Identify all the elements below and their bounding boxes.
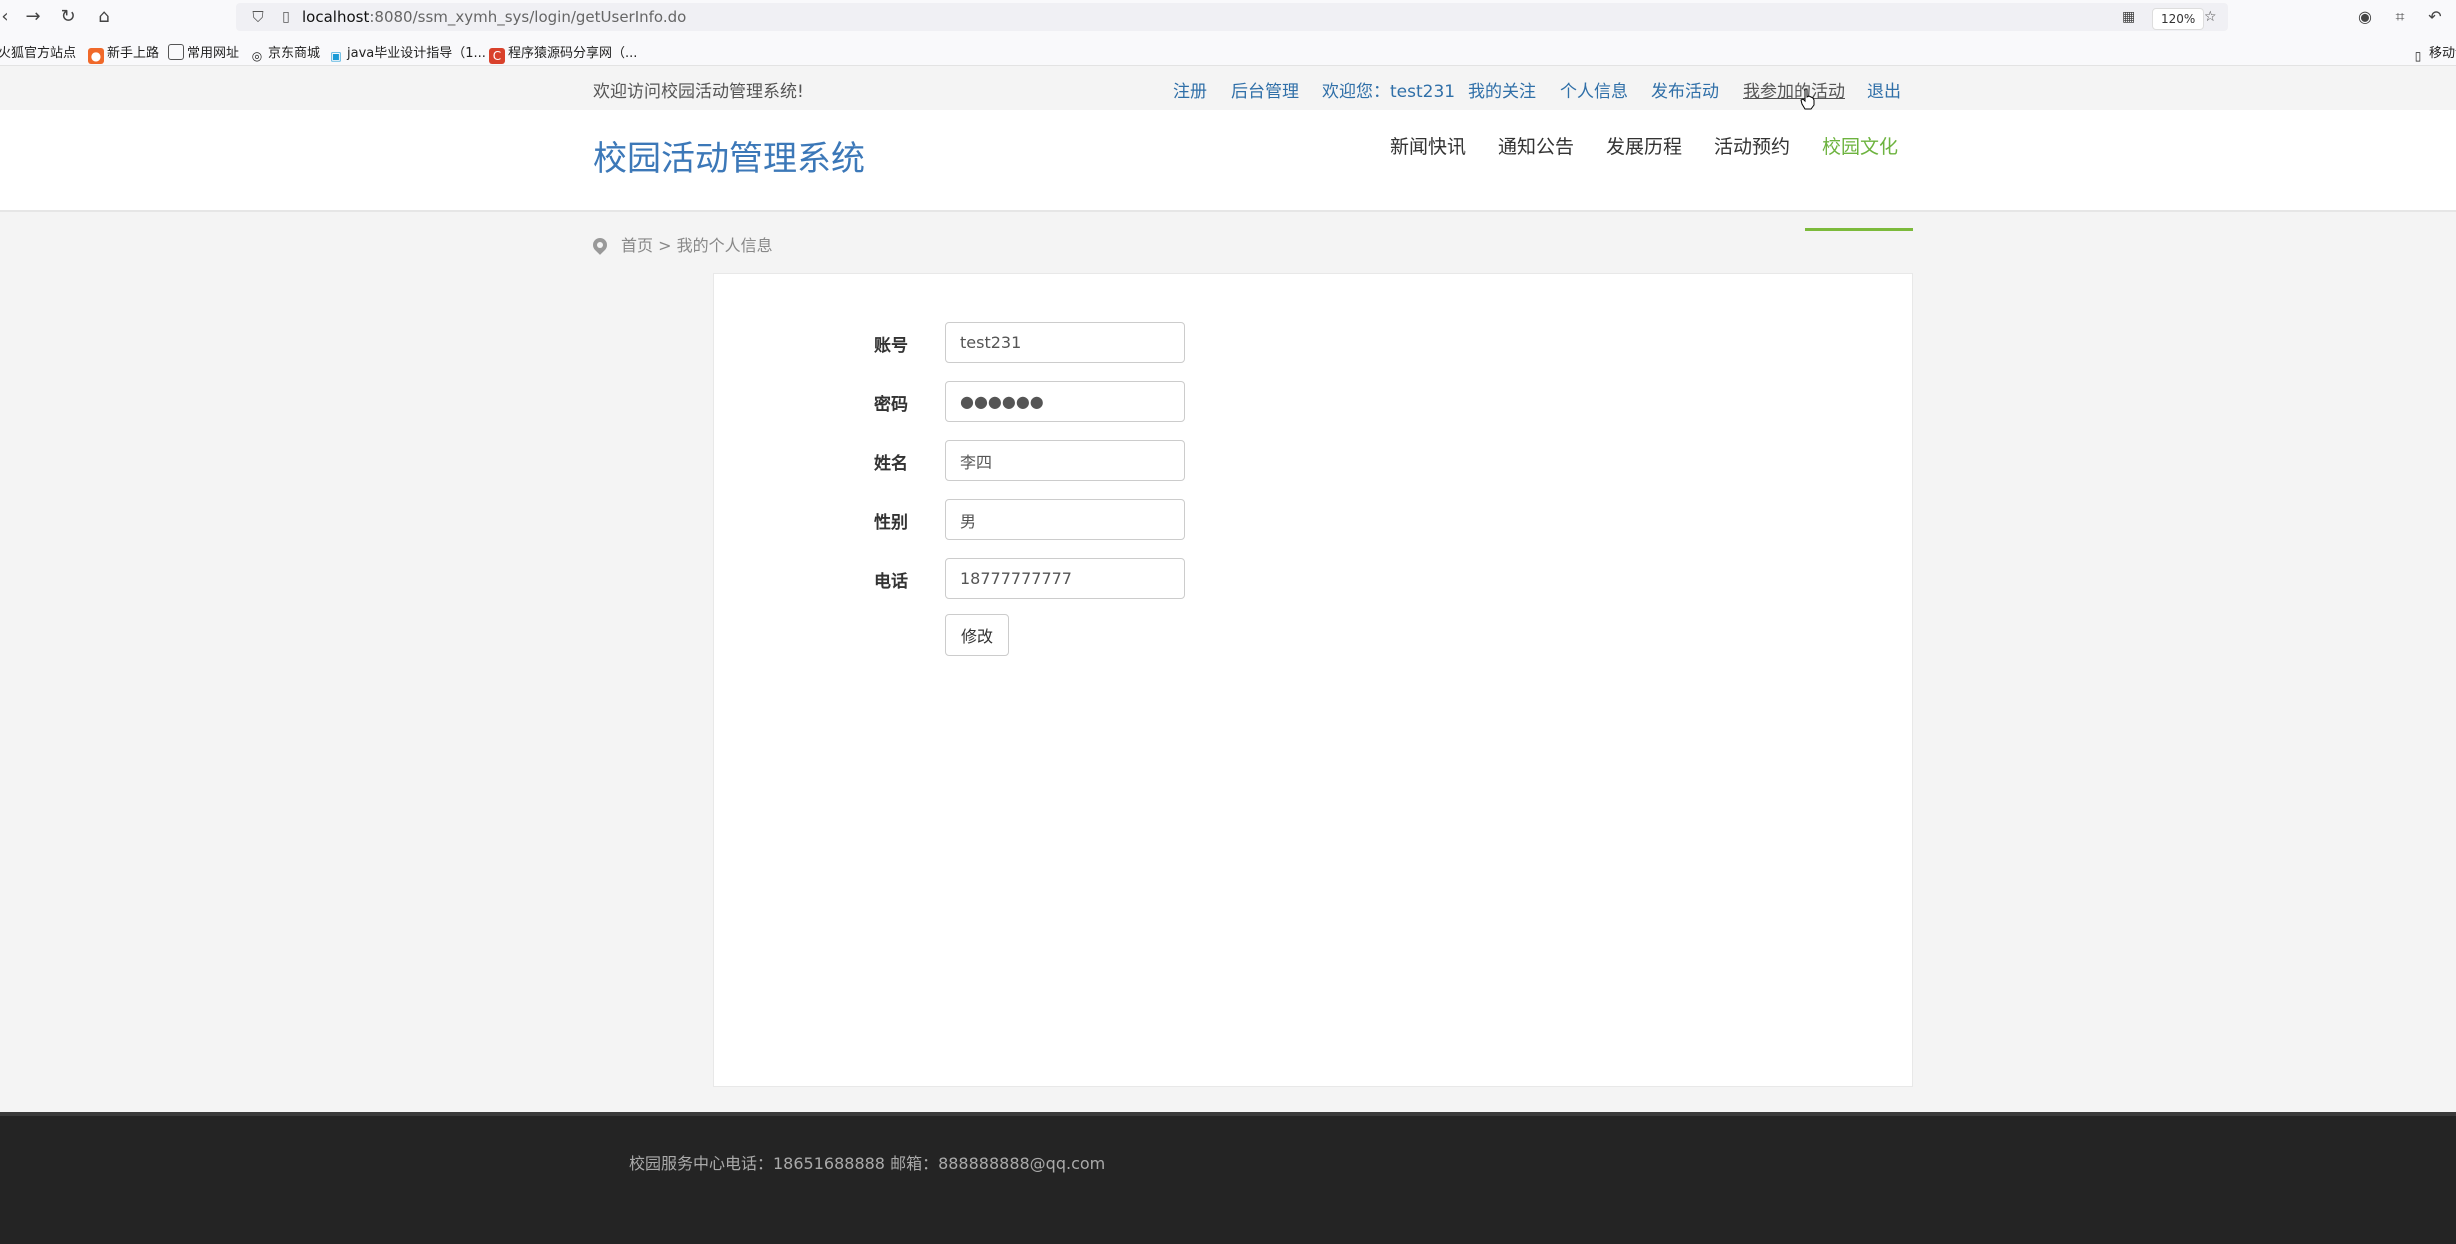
register-link[interactable]: 注册	[1173, 77, 1207, 102]
shield-icon[interactable]: ⛉	[248, 7, 268, 27]
password-input[interactable]	[945, 381, 1185, 422]
home-icon[interactable]: ⌂	[93, 6, 115, 28]
url-bar[interactable]: ⛉ ▯ localhost:8080/ssm_xymh_sys/login/ge…	[236, 3, 2228, 31]
password-label: 密码	[874, 395, 908, 415]
browser-toolbar: ‹ → ↻ ⌂ ⛉ ▯ localhost:8080/ssm_xymh_sys/…	[0, 0, 2456, 34]
bookmark-item[interactable]: C 程序猿源码分享网（...	[489, 42, 637, 64]
phone-label: 电话	[874, 572, 908, 592]
bookmark-item[interactable]: ▣ java毕业设计指导（1...	[328, 42, 486, 64]
gender-input[interactable]	[945, 499, 1185, 540]
profile-link[interactable]: 个人信息	[1560, 77, 1628, 102]
name-input[interactable]	[945, 440, 1185, 481]
qr-code-icon[interactable]: ▦	[2122, 7, 2135, 27]
breadcrumb-text: 首页 > 我的个人信息	[621, 236, 773, 255]
publish-activity-link[interactable]: 发布活动	[1651, 77, 1719, 102]
back-icon[interactable]: ‹	[0, 6, 16, 28]
crop-icon[interactable]: ⌗	[2389, 6, 2411, 28]
globe-icon: ◎	[251, 49, 263, 63]
bookmark-label: 移动设	[2429, 46, 2456, 61]
account-input[interactable]	[945, 322, 1185, 363]
name-label: 姓名	[874, 454, 908, 474]
page-icon[interactable]: ▯	[276, 7, 296, 27]
bookmark-label: 程序猿源码分享网（...	[508, 46, 638, 61]
bookmark-item[interactable]: ◎ 京东商城	[249, 42, 320, 64]
footer-contact: 校园服务中心电话：18651688888 邮箱：888888888@qq.com	[629, 1154, 1106, 1173]
site-title[interactable]: 校园活动管理系统	[593, 131, 865, 180]
bookmark-star-icon[interactable]: ☆	[2204, 7, 2217, 27]
nav-active-indicator	[1805, 228, 1913, 231]
account-icon[interactable]: ◉	[2354, 6, 2376, 28]
bilibili-icon: ▣	[330, 49, 342, 63]
nav-culture[interactable]: 校园文化	[1822, 132, 1898, 159]
phone-input[interactable]	[945, 558, 1185, 599]
reload-icon[interactable]: ↻	[57, 6, 79, 28]
bookmarks-bar: 火狐官方站点 ● 新手上路 常用网址 ◎ 京东商城 ▣ java毕业设计指导（1...…	[0, 34, 2456, 66]
mobile-bookmarks[interactable]: ▯ 移动设	[2410, 42, 2456, 64]
bookmark-label: 火狐官方站点	[0, 46, 77, 61]
nav-reservation[interactable]: 活动预约	[1714, 132, 1790, 159]
code-site-icon: C	[489, 48, 505, 64]
folder-icon	[168, 44, 184, 60]
gender-label: 性别	[874, 513, 908, 533]
nav-news[interactable]: 新闻快讯	[1390, 132, 1466, 159]
user-info-panel: 账号 密码 姓名 性别 电话 修改	[713, 273, 1913, 1087]
bookmark-label: java毕业设计指导（1...	[347, 46, 486, 61]
bookmark-item[interactable]: ● 新手上路	[88, 42, 159, 64]
nav-history[interactable]: 发展历程	[1606, 132, 1682, 159]
welcome-text: 欢迎访问校园活动管理系统!	[593, 82, 804, 102]
forward-icon[interactable]: →	[22, 6, 44, 28]
bookmark-label: 新手上路	[107, 46, 160, 61]
firefox-icon: ●	[88, 48, 104, 64]
site-topbar: 欢迎访问校园活动管理系统! 注册 后台管理 欢迎您：test231 我的关注 个…	[0, 66, 2456, 110]
admin-link[interactable]: 后台管理	[1231, 77, 1299, 102]
user-greeting-link[interactable]: 欢迎您：test231	[1322, 77, 1455, 102]
zoom-level-badge[interactable]: 120%	[2152, 8, 2205, 30]
logout-link[interactable]: 退出	[1867, 77, 1901, 102]
breadcrumb: 首页 > 我的个人信息	[590, 232, 773, 256]
footer: 校园服务中心电话：18651688888 邮箱：888888888@qq.com	[0, 1112, 2456, 1244]
modify-button[interactable]: 修改	[945, 614, 1009, 656]
url-host: localhost	[302, 8, 370, 26]
url-path: :8080/ssm_xymh_sys/login/getUserInfo.do	[369, 8, 687, 26]
location-pin-icon	[590, 235, 610, 255]
undo-icon[interactable]: ↶	[2424, 6, 2446, 28]
my-follows-link[interactable]: 我的关注	[1468, 77, 1536, 102]
nav-notices[interactable]: 通知公告	[1498, 132, 1574, 159]
url-text[interactable]: localhost:8080/ssm_xymh_sys/login/getUse…	[302, 8, 686, 26]
my-activities-link[interactable]: 我参加的活动	[1743, 77, 1845, 102]
bookmark-label: 常用网址	[187, 46, 240, 61]
account-label: 账号	[874, 336, 908, 356]
bookmark-label: 京东商城	[268, 46, 321, 61]
bookmark-item[interactable]: 常用网址	[168, 42, 239, 61]
bookmark-item[interactable]: 火狐官方站点	[0, 42, 76, 61]
mobile-icon: ▯	[2414, 49, 2422, 63]
site-header: 校园活动管理系统 新闻快讯 通知公告 发展历程 活动预约 校园文化	[0, 110, 2456, 212]
hand-cursor-icon	[1800, 88, 1815, 110]
